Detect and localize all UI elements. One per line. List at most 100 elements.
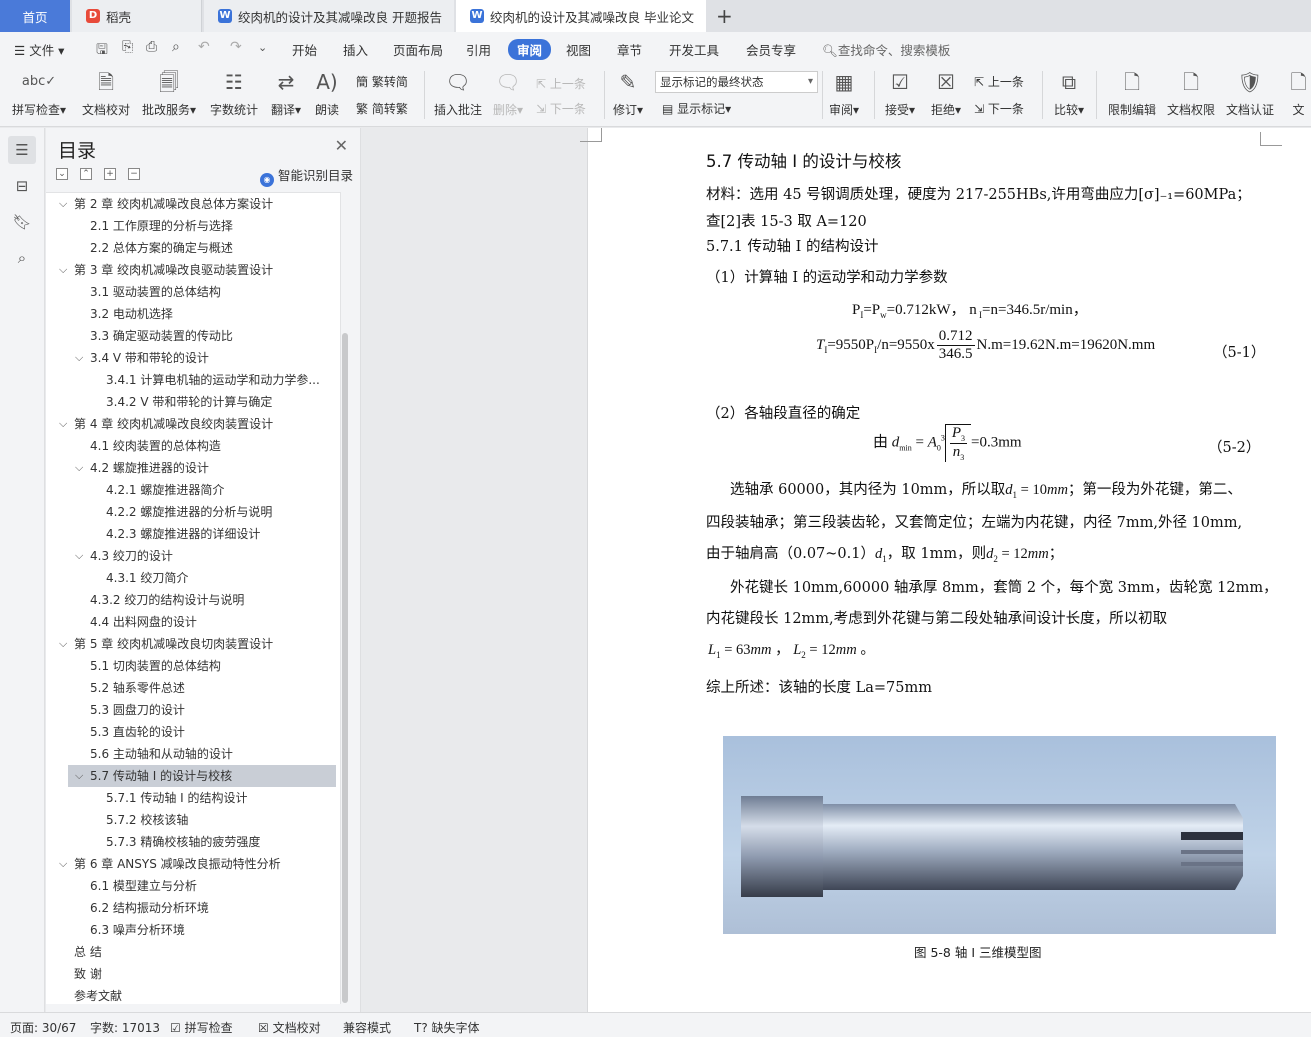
collapse-all-icon[interactable]: ⌄ (56, 168, 68, 180)
find-icon[interactable]: ⌕ (8, 244, 36, 272)
toc-panel-icon[interactable]: ☰ (8, 136, 36, 164)
spell-check-button[interactable]: abc✓ 拼写检查▾ (12, 67, 66, 118)
status-spell-check[interactable]: ☑ 拼写检查 (170, 1019, 233, 1036)
toc-item[interactable]: ⌵ 第 4 章 绞肉机减噪改良绞肉装置设计 (46, 413, 336, 435)
toc-item[interactable]: ⌵ 第 6 章 ANSYS 减噪改良振动特性分析 (46, 853, 336, 875)
show-markup-button[interactable]: ▤ 显示标记▾ (662, 100, 731, 117)
remove-heading-icon[interactable]: − (128, 168, 140, 180)
toc-item[interactable]: 4.1 绞肉装置的总体构造 (46, 435, 336, 457)
toc-item[interactable]: 4.2.3 螺旋推进器的详细设计 (46, 523, 336, 545)
menu-review[interactable]: 审阅 (508, 39, 552, 60)
markup-state-select[interactable]: 显示标记的最终状态 (655, 71, 818, 93)
toc-item[interactable]: ⌵ 第 5 章 绞肉机减噪改良切肉装置设计 (46, 633, 336, 655)
compare-button[interactable]: ⧉ 比较▾ (1050, 67, 1088, 118)
toc-item[interactable]: 5.3 圆盘刀的设计 (46, 699, 336, 721)
toc-item[interactable]: 4.4 出料网盘的设计 (46, 611, 336, 633)
toc-item[interactable]: 3.2 电动机选择 (46, 303, 336, 325)
toc-item[interactable]: 5.2 轴系零件总述 (46, 677, 336, 699)
close-icon[interactable]: ✕ (335, 136, 348, 155)
word-count-indicator[interactable]: 字数: 17013 (90, 1019, 160, 1036)
reject-button[interactable]: ☒ 拒绝▾ (926, 67, 966, 118)
chevron-down-icon[interactable]: ⌵ (59, 193, 67, 215)
save-icon[interactable]: 🖫 (96, 39, 108, 63)
tab-daoke[interactable]: D 稻壳 (72, 0, 202, 32)
toc-item[interactable]: 4.3.1 绞刀简介 (46, 567, 336, 589)
toc-item[interactable]: ⌵ 4.2 螺旋推进器的设计 (46, 457, 336, 479)
smart-toc-button[interactable]: ◉ 智能识别目录 (260, 165, 353, 187)
print-preview-icon[interactable]: ⌕ (172, 39, 180, 55)
toc-item[interactable]: 5.3 直齿轮的设计 (46, 721, 336, 743)
menu-references[interactable]: 引用 (466, 40, 491, 59)
export-icon[interactable]: ⎘ (122, 39, 133, 55)
toc-item[interactable]: 4.3.2 绞刀的结构设计与说明 (46, 589, 336, 611)
redo-icon[interactable]: ↷ (230, 39, 242, 55)
more-doc-button[interactable]: 🗋 文 (1286, 67, 1311, 118)
word-count-button[interactable]: ☷ 字数统计 (208, 67, 260, 118)
document-page[interactable]: 5.7 传动轴 I 的设计与校核 材料：选用 45 号钢调质处理，硬度为 217… (580, 128, 1311, 1012)
menu-view[interactable]: 视图 (566, 40, 591, 59)
doc-proofread-button[interactable]: 🗎 文档校对 (80, 67, 132, 118)
add-heading-icon[interactable]: + (104, 168, 116, 180)
expand-all-icon[interactable]: ⌃ (80, 168, 92, 180)
menu-developer[interactable]: 开发工具 (669, 40, 719, 59)
chevron-down-icon[interactable]: ⌵ (75, 545, 83, 567)
toc-item[interactable]: 致 谢 (46, 963, 336, 985)
toc-item[interactable]: 5.7.1 传动轴 I 的结构设计 (46, 787, 336, 809)
track-changes-button[interactable]: ✎ 修订▾ (610, 67, 646, 118)
simp-to-trad-button[interactable]: 繁 简转繁 (356, 100, 408, 117)
print-icon[interactable]: ⎙ (146, 39, 157, 55)
toc-item[interactable]: ⌵ 第 2 章 绞肉机减噪改良总体方案设计 (46, 193, 336, 215)
accept-button[interactable]: ☑ 接受▾ (880, 67, 920, 118)
toc-item[interactable]: 3.3 确定驱动装置的传动比 (46, 325, 336, 347)
next-comment-button[interactable]: ⇲ 下一条 (536, 100, 586, 117)
review-pane-button[interactable]: ▦ 审阅▾ (826, 67, 862, 118)
menu-layout[interactable]: 页面布局 (393, 40, 443, 59)
toc-item[interactable]: 3.4.1 计算电机轴的运动学和动力学参... (46, 369, 336, 391)
chevron-down-icon[interactable]: ⌵ (59, 413, 67, 435)
toc-scrollbar[interactable] (342, 333, 348, 1003)
correction-service-button[interactable]: 🗐 批改服务▾ (140, 67, 198, 118)
undo-icon[interactable]: ↶ (198, 39, 210, 55)
toc-item[interactable]: 6.3 噪声分析环境 (46, 919, 336, 941)
toc-item[interactable]: ⌵ 3.4 V 带和带轮的设计 (46, 347, 336, 369)
toc-item[interactable]: ⌵ 4.3 绞刀的设计 (46, 545, 336, 567)
toc-item[interactable]: 4.2.1 螺旋推进器简介 (46, 479, 336, 501)
doc-certify-button[interactable]: 🛡 文档认证 (1224, 67, 1276, 118)
toc-item[interactable]: ⌵ 5.7 传动轴 I 的设计与校核 (68, 765, 336, 787)
chevron-down-icon[interactable]: ⌵ (59, 633, 67, 655)
tab-home[interactable]: 首页 (0, 0, 70, 32)
chevron-down-icon[interactable]: ⌵ (75, 457, 83, 479)
menu-start[interactable]: 开始 (292, 40, 317, 59)
toc-item[interactable]: 参考文献 (46, 985, 336, 1004)
next-change-button[interactable]: ⇲ 下一条 (974, 100, 1024, 117)
trad-to-simp-button[interactable]: 簡 繁转简 (356, 73, 408, 90)
menu-member[interactable]: 会员专享 (746, 40, 796, 59)
status-doc-proofread[interactable]: ☒ 文档校对 (258, 1019, 321, 1036)
delete-comment-button[interactable]: 🗨 删除▾ (490, 67, 526, 118)
toc-item[interactable]: ⌵ 第 3 章 绞肉机减噪改良驱动装置设计 (46, 259, 336, 281)
menu-section[interactable]: 章节 (617, 40, 642, 59)
customize-icon[interactable]: ⌄ (258, 41, 267, 54)
toc-item[interactable]: 3.1 驱动装置的总体结构 (46, 281, 336, 303)
tab-thesis[interactable]: W 绞肉机的设计及其减噪改良 毕业论文 (456, 0, 706, 32)
file-menu[interactable]: ☰ 文件 ▾ (14, 40, 64, 59)
toc-item[interactable]: 5.7.2 校核该轴 (46, 809, 336, 831)
read-aloud-button[interactable]: A) 朗读 (312, 67, 342, 118)
restrict-editing-button[interactable]: 🗋 限制编辑 (1106, 67, 1158, 118)
chevron-down-icon[interactable]: ⌵ (59, 259, 67, 281)
toc-item[interactable]: 2.2 总体方案的确定与概述 (46, 237, 336, 259)
toc-item[interactable]: 5.1 切肉装置的总体结构 (46, 655, 336, 677)
menu-insert[interactable]: 插入 (343, 40, 368, 59)
prev-comment-button[interactable]: ⇱ 上一条 (536, 75, 586, 92)
toc-item[interactable]: 6.1 模型建立与分析 (46, 875, 336, 897)
new-tab-button[interactable]: + (716, 4, 733, 28)
toc-item[interactable]: 2.1 工作原理的分析与选择 (46, 215, 336, 237)
compat-mode-indicator[interactable]: 兼容模式 (343, 1019, 391, 1036)
chevron-down-icon[interactable]: ⌵ (59, 853, 67, 875)
toc-item[interactable]: 总 结 (46, 941, 336, 963)
chevron-down-icon[interactable]: ⌵ (75, 347, 83, 369)
chapter-nav-icon[interactable]: ⊟ (8, 172, 36, 200)
missing-font-indicator[interactable]: T? 缺失字体 (414, 1019, 480, 1036)
page-indicator[interactable]: 页面: 30/67 (10, 1019, 76, 1036)
translate-button[interactable]: ⇄ 翻译▾ (268, 67, 304, 118)
